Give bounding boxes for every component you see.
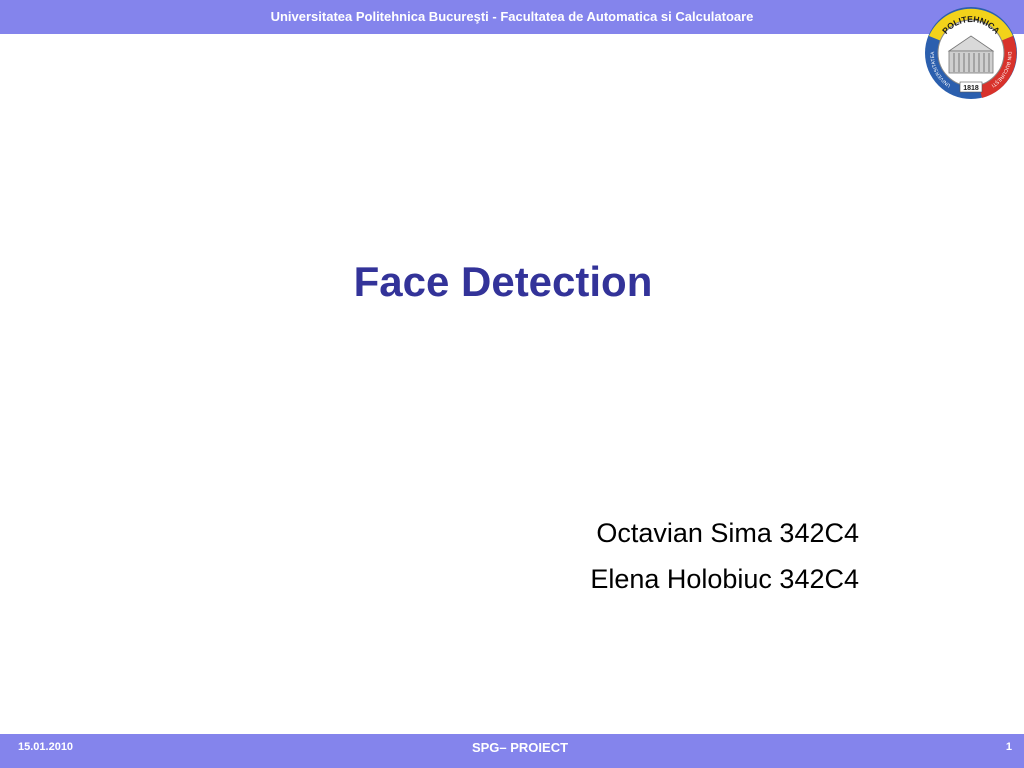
logo-year: 1818 [963,85,979,92]
footer-course: SPG– PROIECT [471,740,569,755]
university-logo: POLITEHNICA UNIVERSITATEA DIN BUCUREŞTI … [925,7,1017,99]
author-line: Octavian Sima 342C4 [596,518,859,548]
page-number: 1 [1005,741,1012,753]
slide-title: Face Detection [353,258,653,305]
header-title: Universitatea Politehnica Bucureşti - Fa… [270,9,754,24]
author-line: Elena Holobiuc 342C4 [590,564,859,594]
author-list: Octavian Sima 342C4 Elena Holobiuc 342C4 [400,510,859,602]
